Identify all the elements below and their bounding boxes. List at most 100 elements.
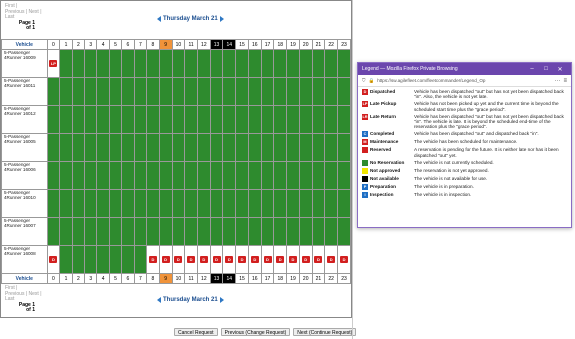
schedule-cell[interactable] [59, 217, 73, 246]
schedule-cell[interactable] [337, 217, 351, 246]
schedule-cell[interactable] [337, 161, 351, 190]
schedule-cell[interactable] [235, 161, 249, 190]
schedule-cell[interactable] [84, 161, 98, 190]
schedule-cell[interactable]: D [247, 245, 262, 274]
schedule-cell[interactable] [184, 161, 198, 190]
schedule-cell[interactable] [235, 217, 249, 246]
schedule-cell[interactable] [71, 77, 86, 106]
schedule-cell[interactable] [121, 189, 135, 218]
last-link[interactable]: Last [5, 14, 14, 20]
cancel-request-button[interactable]: Cancel Request [174, 328, 218, 336]
status-badge[interactable]: D [238, 256, 247, 263]
status-badge[interactable]: D [327, 256, 336, 263]
schedule-cell[interactable] [286, 77, 300, 106]
schedule-cell[interactable] [324, 105, 339, 134]
schedule-cell[interactable] [209, 217, 224, 246]
status-badge[interactable]: D [49, 256, 58, 263]
schedule-cell[interactable] [260, 133, 275, 162]
status-badge[interactable]: D [199, 256, 208, 263]
schedule-cell[interactable] [286, 217, 300, 246]
schedule-cell[interactable] [184, 105, 198, 134]
schedule-cell[interactable] [209, 189, 224, 218]
schedule-cell[interactable] [171, 189, 186, 218]
schedule-cell[interactable] [84, 77, 98, 106]
schedule-cell[interactable] [146, 133, 160, 162]
schedule-cell[interactable] [96, 105, 110, 134]
schedule-cell[interactable] [260, 161, 275, 190]
schedule-cell[interactable] [146, 105, 160, 134]
status-badge[interactable]: D [174, 256, 183, 263]
schedule-cell[interactable] [121, 77, 135, 106]
schedule-cell[interactable] [46, 161, 61, 190]
schedule-cell[interactable] [260, 189, 275, 218]
schedule-cell[interactable] [260, 49, 275, 78]
status-badge[interactable]: D [288, 256, 297, 263]
schedule-cell[interactable]: D [209, 245, 224, 274]
schedule-cell[interactable] [184, 217, 198, 246]
schedule-cell[interactable] [133, 245, 148, 274]
schedule-cell[interactable]: D [158, 245, 173, 274]
maximize-icon[interactable]: □ [539, 66, 553, 72]
schedule-cell[interactable] [247, 189, 262, 218]
previous-request-button[interactable]: Previous (Change Request) [220, 328, 291, 336]
schedule-cell[interactable] [59, 49, 73, 78]
lock-icon[interactable]: 🔒 [368, 78, 374, 84]
schedule-cell[interactable] [71, 217, 86, 246]
vehicle-name[interactable]: 5-Passenger 4Runner 16011 [1, 77, 48, 106]
schedule-cell[interactable] [158, 49, 173, 78]
schedule-cell[interactable] [247, 105, 262, 134]
schedule-cell[interactable] [222, 105, 237, 134]
schedule-cell[interactable] [59, 105, 73, 134]
schedule-cell[interactable] [324, 161, 339, 190]
schedule-cell[interactable]: D [337, 245, 351, 274]
schedule-cell[interactable] [337, 189, 351, 218]
schedule-cell[interactable] [71, 245, 86, 274]
schedule-cell[interactable]: D [298, 245, 313, 274]
schedule-cell[interactable] [222, 133, 237, 162]
schedule-cell[interactable] [158, 77, 173, 106]
minimize-icon[interactable]: – [525, 66, 539, 72]
schedule-cell[interactable] [247, 77, 262, 106]
schedule-cell[interactable] [84, 49, 98, 78]
vehicle-name[interactable]: 5-Passenger 4Runner 16009 [1, 49, 48, 78]
schedule-cell[interactable] [196, 161, 211, 190]
vehicle-name[interactable]: 5-Passenger 4Runner 16006 [1, 161, 48, 190]
prev-day-icon[interactable] [157, 16, 161, 22]
next-link[interactable]: Next [29, 9, 39, 15]
schedule-cell[interactable]: D [311, 245, 326, 274]
schedule-cell[interactable] [171, 105, 186, 134]
vehicle-name[interactable]: 5-Passenger 4Runner 16007 [1, 217, 48, 246]
prev-day-icon-bottom[interactable] [157, 297, 161, 303]
schedule-cell[interactable] [260, 105, 275, 134]
schedule-cell[interactable] [286, 161, 300, 190]
schedule-cell[interactable] [273, 77, 288, 106]
schedule-cell[interactable] [108, 133, 123, 162]
more-icon[interactable]: ··· [554, 78, 560, 84]
schedule-cell[interactable]: D [260, 245, 275, 274]
schedule-cell[interactable]: D [196, 245, 211, 274]
schedule-cell[interactable] [96, 133, 110, 162]
status-badge[interactable]: D [187, 256, 196, 263]
schedule-cell[interactable] [46, 77, 61, 106]
schedule-cell[interactable] [171, 49, 186, 78]
schedule-cell[interactable] [184, 133, 198, 162]
schedule-cell[interactable] [84, 105, 98, 134]
schedule-cell[interactable] [96, 189, 110, 218]
schedule-cell[interactable] [324, 133, 339, 162]
schedule-cell[interactable] [260, 77, 275, 106]
schedule-cell[interactable] [121, 105, 135, 134]
schedule-cell[interactable] [84, 189, 98, 218]
schedule-cell[interactable] [158, 217, 173, 246]
next-day-icon[interactable] [219, 16, 224, 22]
schedule-cell[interactable] [59, 161, 73, 190]
status-badge[interactable]: D [212, 256, 221, 263]
vehicle-name[interactable]: 5-Passenger 4Runner 16010 [1, 189, 48, 218]
schedule-cell[interactable] [59, 77, 73, 106]
schedule-cell[interactable] [133, 133, 148, 162]
schedule-cell[interactable] [311, 49, 326, 78]
schedule-cell[interactable] [158, 133, 173, 162]
schedule-cell[interactable] [196, 105, 211, 134]
status-badge[interactable]: D [148, 256, 157, 263]
schedule-cell[interactable] [260, 217, 275, 246]
schedule-cell[interactable] [146, 49, 160, 78]
